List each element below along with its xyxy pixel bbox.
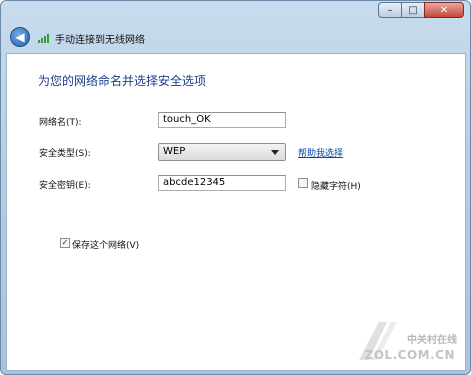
close-button[interactable]: ✕ [424, 2, 464, 18]
security-type-select[interactable]: WEP [158, 143, 286, 161]
security-type-value: WEP [163, 146, 186, 157]
dialog-window: – □ ✕ ◀ 手动连接到无线网络 为您的网络命名并选择安全选项 网络名(T):… [0, 0, 471, 375]
back-button[interactable]: ◀ [10, 27, 30, 47]
page-heading: 为您的网络命名并选择安全选项 [38, 74, 207, 88]
title-bar: – □ ✕ [1, 1, 470, 23]
save-network-checkbox[interactable]: ✓ [60, 238, 70, 248]
network-name-label: 网络名(T): [39, 118, 82, 128]
minimize-button[interactable]: – [378, 2, 402, 18]
watermark-text-en: ZOL.COM.CN [364, 348, 455, 362]
security-key-label: 安全密钥(E): [39, 181, 91, 191]
save-network-label: 保存这个网络(V) [72, 241, 140, 251]
watermark-text-cn: 中关村在线 [407, 335, 457, 346]
checkmark-icon: ✓ [61, 238, 69, 247]
nav-bar: ◀ 手动连接到无线网络 [1, 23, 470, 51]
security-type-label: 安全类型(S): [39, 149, 91, 159]
security-key-input[interactable]: abcde12345 [158, 175, 286, 191]
maximize-button[interactable]: □ [401, 2, 425, 18]
wireless-signal-icon [38, 34, 49, 43]
hide-characters-checkbox[interactable] [298, 178, 308, 188]
dropdown-arrow-icon [271, 150, 279, 155]
caption-buttons: – □ ✕ [378, 2, 464, 18]
content-panel: 为您的网络命名并选择安全选项 网络名(T): touch_OK 安全类型(S):… [6, 53, 466, 371]
help-me-choose-link[interactable]: 帮助我选择 [298, 146, 343, 159]
back-arrow-icon: ◀ [15, 30, 25, 44]
hide-characters-label: 隐藏字符(H) [311, 182, 361, 192]
network-name-input[interactable]: touch_OK [158, 112, 286, 128]
nav-title: 手动连接到无线网络 [55, 35, 145, 46]
